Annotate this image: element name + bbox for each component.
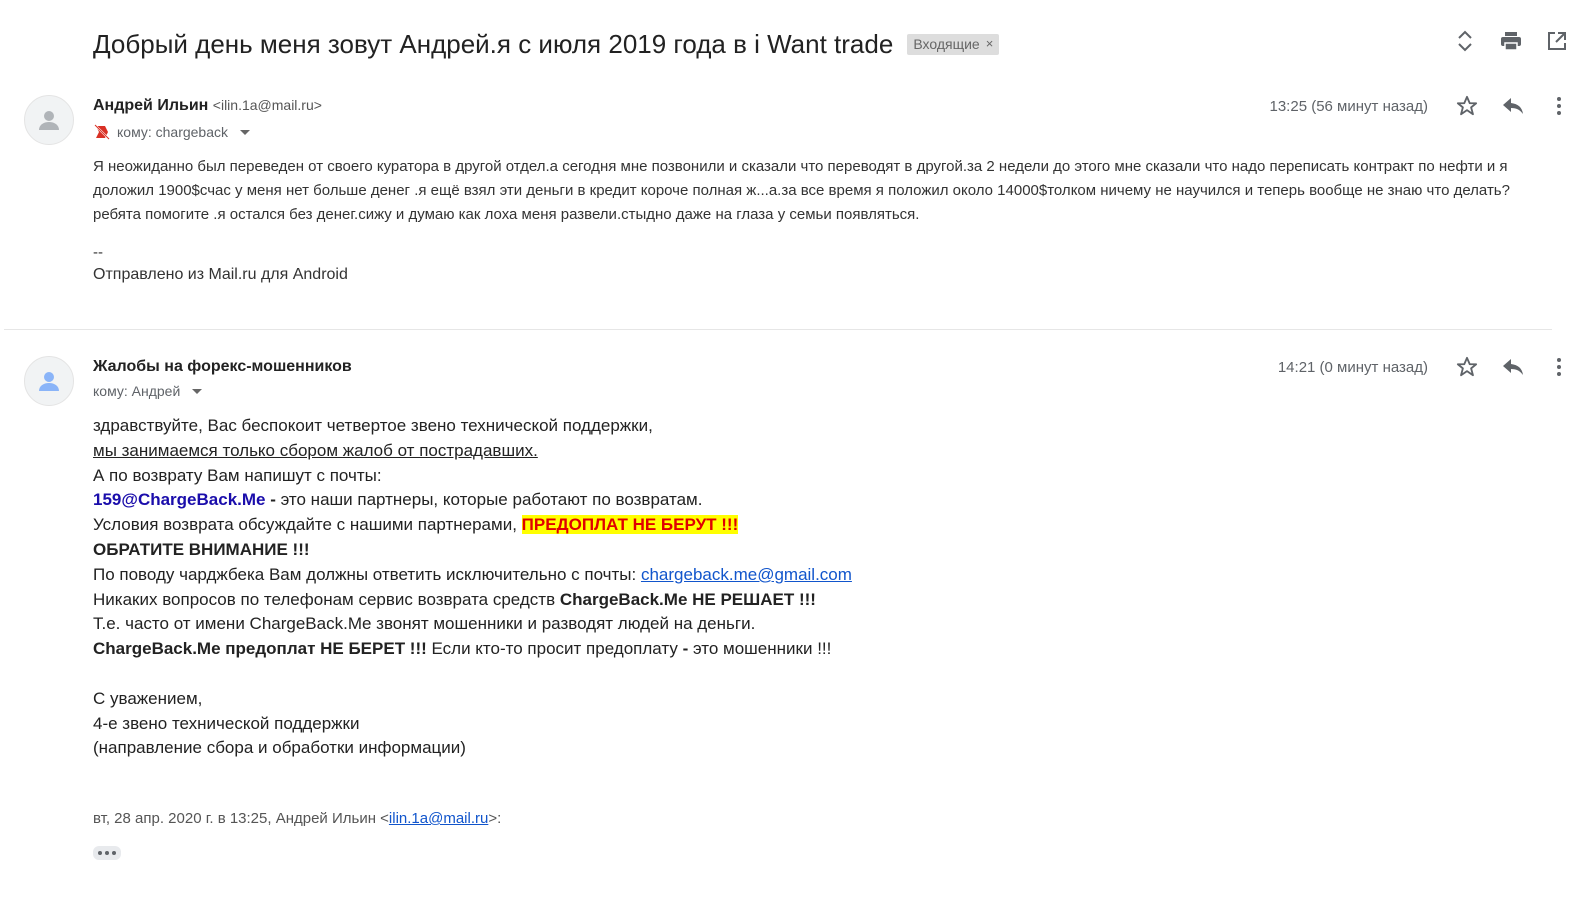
body-text: Никаких вопросов по телефонам сервис воз…: [93, 589, 560, 609]
open-in-new-window-icon[interactable]: [1544, 28, 1570, 54]
print-icon[interactable]: [1498, 28, 1524, 54]
body-line: ChargeBack.Me предоплат НЕ БЕРЕТ !!! Есл…: [93, 637, 852, 662]
not-important-icon[interactable]: [93, 123, 111, 141]
recipient-text: кому: Андрей: [93, 383, 181, 399]
bold-text: ChargeBack.Me НЕ РЕШАЕТ !!!: [559, 589, 816, 609]
body-text: Если кто-то просит предоплату: [426, 639, 683, 659]
body-line: По поводу чарджбека Вам должны ответить …: [93, 563, 852, 588]
message1-recipient[interactable]: кому: chargeback: [93, 123, 251, 141]
message1-sender: Андрей Ильин <ilin.1a@mail.ru>: [93, 97, 322, 115]
ellipsis-icon: [112, 851, 116, 855]
message-divider: [4, 329, 1552, 330]
body-text: По поводу чарджбека Вам должны ответить …: [93, 564, 641, 584]
dash: -: [265, 490, 281, 510]
body-line: ОБРАТИТЕ ВНИМАНИЕ !!!: [93, 539, 310, 559]
message-time: 14:21 (0 минут назад): [1277, 358, 1428, 376]
thread-subject: Добрый день меня зовут Андрей.я с июля 2…: [93, 28, 894, 59]
sender-avatar[interactable]: [24, 356, 74, 406]
message-time: 13:25 (56 минут назад): [1269, 97, 1429, 115]
chargeback-email-link[interactable]: chargeback.me@gmail.com: [641, 565, 852, 584]
recipient-text: кому: chargeback: [117, 124, 229, 140]
person-icon: [39, 111, 59, 130]
body-line: А по возврату Вам напишут с почты:: [93, 465, 382, 485]
body-line: Условия возврата обсуждайте с нашими пар…: [93, 513, 852, 538]
chevron-down-icon[interactable]: [192, 388, 203, 394]
closing-line: С уважением,: [93, 688, 203, 708]
label-text: Входящие: [913, 35, 980, 52]
star-icon[interactable]: [1454, 93, 1480, 119]
closing-line: 4-е звено технической поддержки: [93, 713, 360, 733]
sender-name[interactable]: Андрей Ильин: [93, 97, 208, 114]
remove-label-button[interactable]: ×: [986, 36, 994, 51]
message2-sender: Жалобы на форекс-мошенников: [93, 358, 352, 376]
body-line: здравствуйте, Вас беспокоит четвертое зв…: [93, 416, 653, 435]
quote-suffix: >:: [488, 810, 502, 827]
body-line: Никаких вопросов по телефонам сервис воз…: [93, 588, 852, 613]
body-text: Условия возврата обсуждайте с нашими пар…: [93, 515, 522, 535]
closing-line: (направление сбора и обработки информаци…: [93, 738, 466, 758]
body-text: это наши партнеры, которые работают по в…: [280, 490, 703, 510]
thread-actions: [1452, 28, 1570, 54]
star-icon[interactable]: [1454, 354, 1480, 380]
reply-icon[interactable]: [1500, 93, 1526, 119]
expand-collapse-icon[interactable]: [1452, 28, 1478, 54]
signature: Отправлено из Mail.ru для Android: [93, 266, 348, 283]
show-trimmed-content-button[interactable]: [93, 846, 121, 860]
quote-email-link[interactable]: ilin.1a@mail.ru: [389, 810, 488, 827]
body-line: 159@ChargeBack.Me - это наши партнеры, к…: [93, 488, 852, 513]
ellipsis-icon: [105, 851, 109, 855]
reply-icon[interactable]: [1500, 354, 1526, 380]
message1-header-actions: 13:25 (56 минут назад): [1270, 93, 1573, 119]
sender-avatar[interactable]: [24, 95, 74, 145]
message2-header-actions: 14:21 (0 минут назад): [1278, 354, 1572, 380]
quoted-header: вт, 28 апр. 2020 г. в 13:25, Андрей Ильи…: [93, 810, 501, 827]
message2-body: здравствуйте, Вас беспокоит четвертое зв…: [93, 414, 852, 761]
signature-separator: --: [93, 244, 103, 261]
body-line: мы занимаемся только сбором жалоб от пос…: [93, 440, 538, 460]
sender-name[interactable]: Жалобы на форекс-мошенников: [93, 358, 352, 375]
message1-body: Я неожиданно был переведен от своего кур…: [93, 158, 1510, 223]
ellipsis-icon: [98, 851, 102, 855]
person-icon: [39, 372, 59, 391]
body-line: Т.е. часто от имени ChargeBack.Me звонят…: [93, 614, 756, 634]
highlight-warning: ПРЕДОПЛАТ НЕ БЕРУТ !!!: [521, 515, 739, 535]
partner-email[interactable]: 159@ChargeBack.Me: [93, 490, 266, 509]
more-options-icon[interactable]: [1546, 93, 1572, 119]
message2-recipient[interactable]: кому: Андрей: [93, 383, 203, 399]
body-text: это мошенники !!!: [688, 639, 832, 659]
thread-header: Добрый день меня зовут Андрей.я с июля 2…: [93, 22, 1572, 66]
chevron-down-icon[interactable]: [240, 129, 251, 135]
sender-email: <ilin.1a@mail.ru>: [212, 97, 322, 113]
bold-text: ChargeBack.Me предоплат НЕ БЕРЕТ !!!: [93, 639, 427, 659]
quote-prefix: вт, 28 апр. 2020 г. в 13:25, Андрей Ильи…: [93, 810, 389, 827]
inbox-label-chip[interactable]: Входящие ×: [907, 33, 1000, 55]
more-options-icon[interactable]: [1546, 354, 1572, 380]
